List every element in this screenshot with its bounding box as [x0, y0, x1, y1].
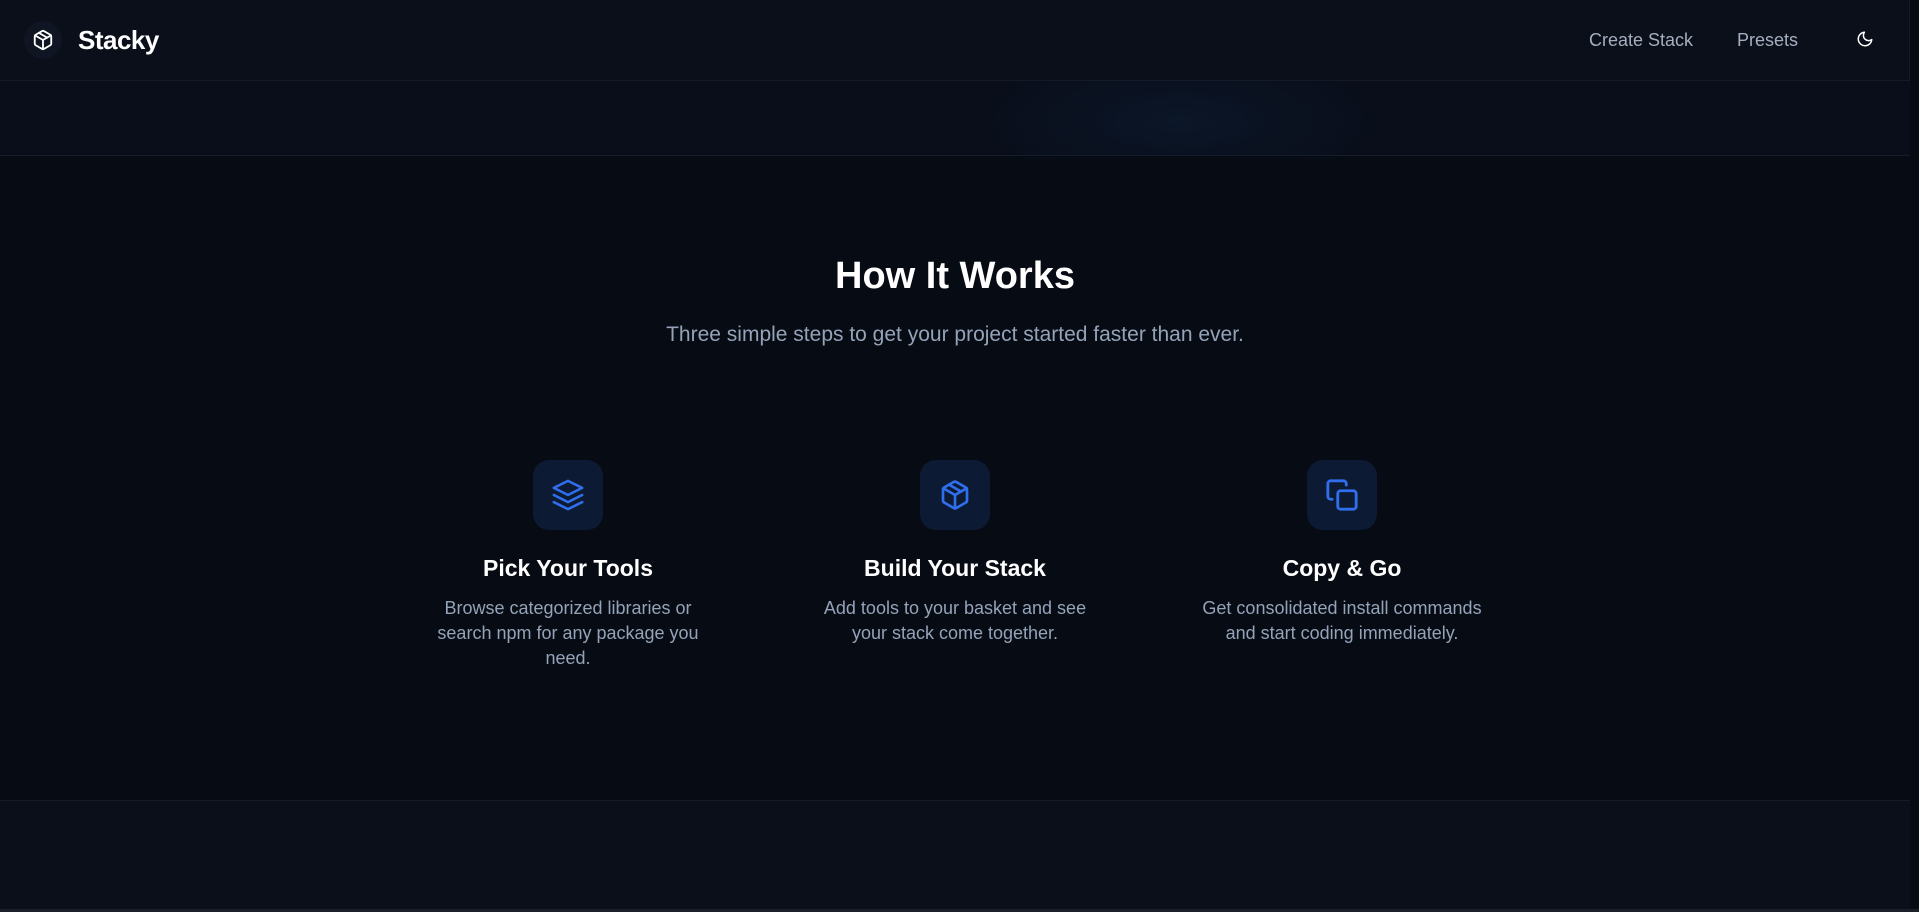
top-navigation-bar: Stacky Create Stack Presets — [0, 0, 1910, 81]
step-description: Add tools to your basket and see your st… — [823, 598, 1087, 643]
nav-presets-link[interactable]: Presets — [1737, 30, 1798, 51]
page: Stacky Create Stack Presets How It Works… — [0, 0, 1919, 912]
step-title: Copy & Go — [1282, 555, 1402, 581]
hero-band — [0, 81, 1910, 156]
section-subtitle: Three simple steps to get your project s… — [666, 323, 1244, 346]
moon-icon — [1856, 30, 1874, 51]
step-card-copy-go: Copy & Go Get consolidated install comma… — [1192, 460, 1492, 646]
step-description: Get consolidated install commands and st… — [1202, 598, 1482, 643]
step-title: Build Your Stack — [864, 555, 1046, 581]
theme-toggle-button[interactable] — [1847, 23, 1883, 59]
copy-icon — [1307, 460, 1377, 530]
layers-icon — [533, 460, 603, 530]
footer-band — [0, 800, 1910, 910]
step-card-build-stack: Build Your Stack Add tools to your baske… — [805, 460, 1105, 646]
package-icon — [24, 21, 62, 59]
step-card-pick-tools: Pick Your Tools Browse categorized libra… — [418, 460, 718, 671]
brand[interactable]: Stacky — [24, 21, 159, 59]
step-description: Browse categorized libraries or search n… — [437, 598, 699, 668]
package-icon — [920, 460, 990, 530]
nav-create-stack-link[interactable]: Create Stack — [1589, 30, 1693, 51]
app-name: Stacky — [78, 24, 159, 55]
section-title: How It Works — [835, 255, 1075, 297]
step-title: Pick Your Tools — [483, 555, 653, 581]
